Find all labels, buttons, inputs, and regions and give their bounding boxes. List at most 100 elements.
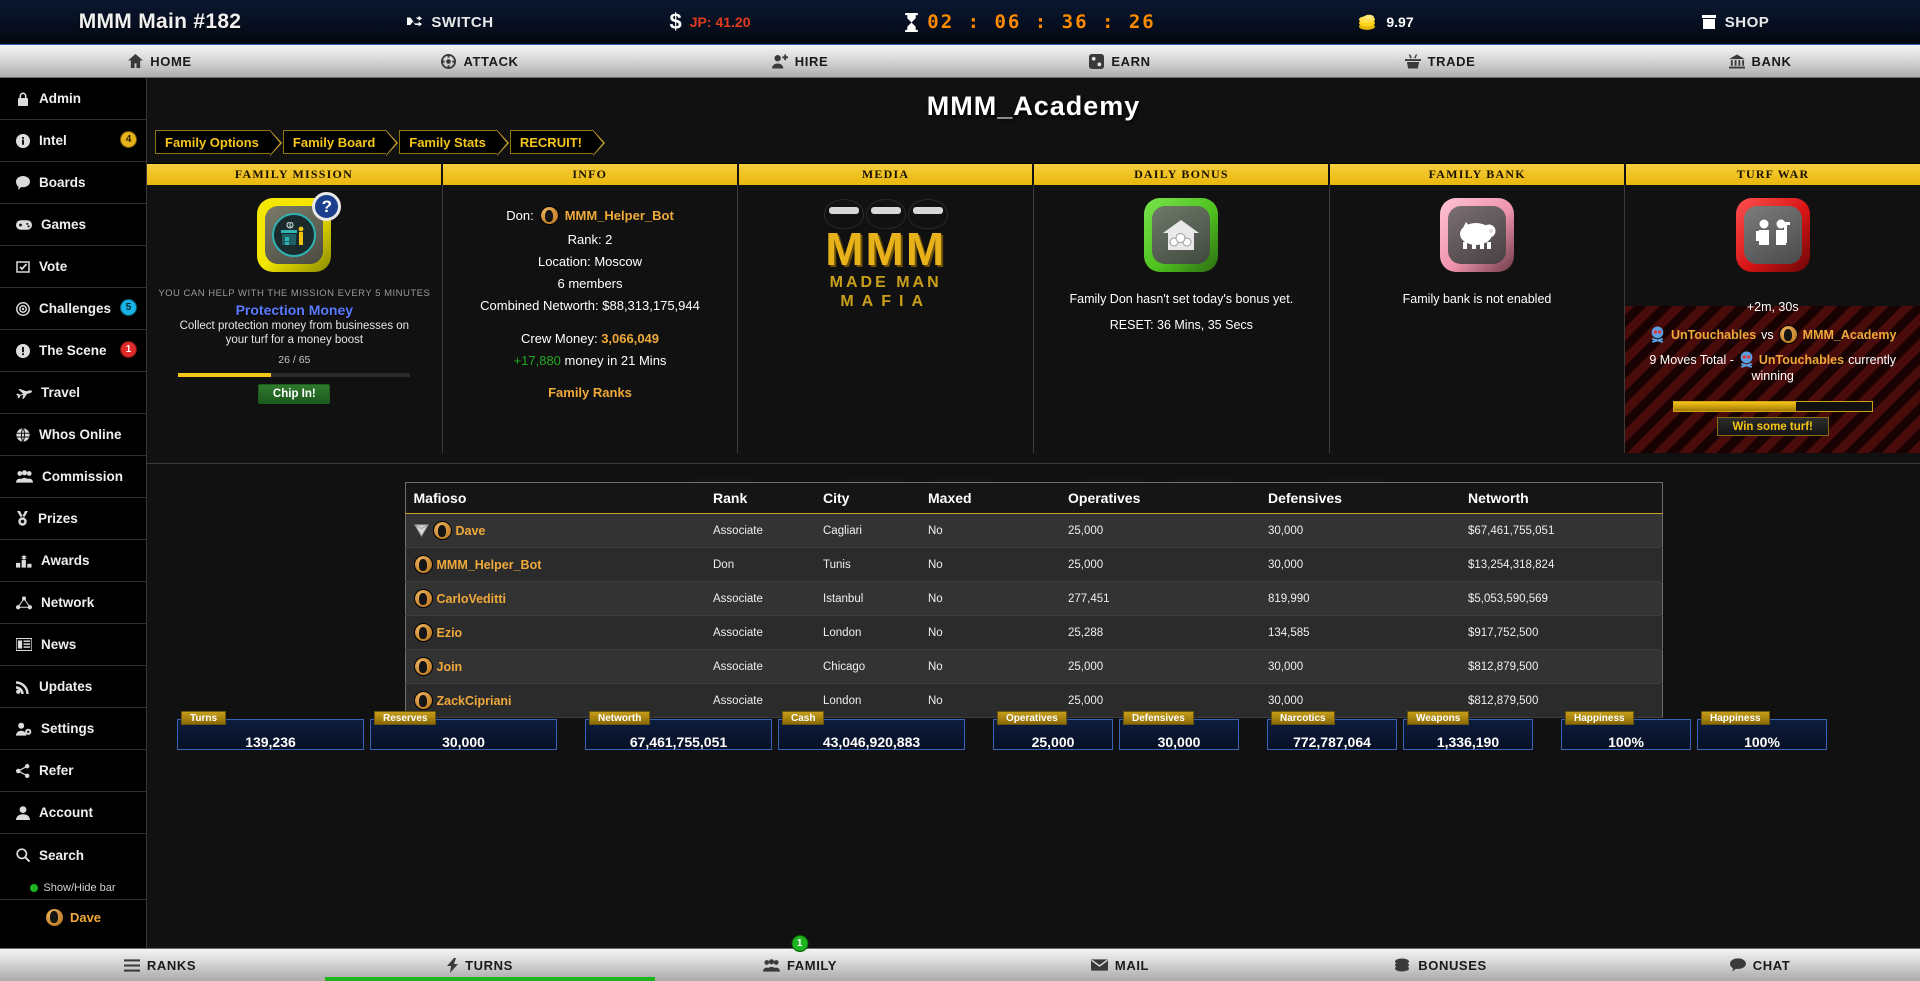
stat-cash[interactable]: Cash 43,046,920,883 bbox=[778, 711, 965, 750]
turf-team-b[interactable]: MMM_Academy bbox=[1803, 328, 1897, 342]
cell-defensives: 30,000 bbox=[1260, 649, 1460, 684]
sidebar-item-admin[interactable]: Admin bbox=[0, 78, 146, 120]
sidebar-item-travel[interactable]: Travel bbox=[0, 372, 146, 414]
mission-help-icon[interactable]: ? bbox=[312, 192, 342, 221]
sidebar-item-whos-online[interactable]: Whos Online bbox=[0, 414, 146, 456]
alert-icon bbox=[16, 343, 30, 358]
sidebar-item-search[interactable]: Search bbox=[0, 834, 146, 876]
footer-label: RANKS bbox=[146, 957, 197, 973]
turf-team-a[interactable]: UnTouchables bbox=[1671, 328, 1756, 342]
col-rank[interactable]: Rank bbox=[705, 482, 815, 514]
sidebar-item-intel[interactable]: Intel 4 bbox=[0, 120, 146, 162]
col-maxed[interactable]: Maxed bbox=[920, 482, 1060, 514]
win-some-turf-button[interactable]: Win some turf! bbox=[1716, 417, 1829, 436]
crumb-family-stats[interactable]: Family Stats bbox=[399, 130, 509, 156]
nav-item-earn[interactable]: EARN bbox=[960, 45, 1280, 77]
col-networth[interactable]: Networth bbox=[1460, 482, 1662, 514]
sidebar-item-the-scene[interactable]: The Scene 1 bbox=[0, 330, 146, 372]
stat-turns[interactable]: Turns 139,236 bbox=[177, 711, 364, 750]
stat-happiness-1[interactable]: Happiness 100% bbox=[1561, 711, 1691, 750]
footer-item-bonuses[interactable]: BONUSES bbox=[1280, 949, 1600, 981]
don-name[interactable]: MMM_Helper_Bot bbox=[565, 208, 674, 223]
search-icon bbox=[16, 848, 30, 862]
sidebar-item-updates[interactable]: Updates bbox=[0, 666, 146, 708]
stat-defensives[interactable]: Defensives 30,000 bbox=[1119, 711, 1239, 750]
table-row[interactable]: Join Associate Chicago No 25,000 30,000 … bbox=[405, 649, 1662, 684]
crumb-recruit[interactable]: RECRUIT! bbox=[509, 130, 606, 156]
col-city[interactable]: City bbox=[815, 482, 920, 514]
sidebar-item-refer[interactable]: Refer bbox=[0, 750, 146, 792]
sidebar-item-account[interactable]: Account bbox=[0, 792, 146, 834]
panel-family-mission: $ ? YOU CAN HELP WITH THE MISSION EVERY … bbox=[147, 185, 443, 453]
chat-icon bbox=[16, 175, 30, 190]
nav-item-trade[interactable]: TRADE bbox=[1280, 45, 1600, 77]
show-hide-bar-toggle[interactable]: Show/Hide bar bbox=[0, 876, 146, 900]
member-name[interactable]: Join bbox=[437, 660, 463, 674]
table-row[interactable]: MMM_Helper_Bot Don Tunis No 25,000 30,00… bbox=[405, 547, 1662, 582]
cell-defensives: 30,000 bbox=[1260, 513, 1460, 548]
coins-indicator[interactable]: 9.97 bbox=[1220, 0, 1550, 44]
stat-narcotics[interactable]: Narcotics 772,787,064 bbox=[1267, 711, 1397, 750]
turf-war-progress-bar bbox=[1672, 401, 1873, 412]
sidebar-current-user[interactable]: Dave bbox=[0, 900, 146, 934]
footer-item-family[interactable]: 1 FAMILY bbox=[640, 935, 960, 981]
col-mafioso[interactable]: Mafioso bbox=[405, 482, 705, 514]
sidebar-item-challenges[interactable]: Challenges 5 bbox=[0, 288, 146, 330]
sidebar-item-network[interactable]: Network bbox=[0, 582, 146, 624]
switch-button[interactable]: SWITCH bbox=[320, 0, 580, 44]
footer-item-ranks[interactable]: RANKS bbox=[0, 949, 320, 981]
sidebar-item-vote[interactable]: Vote bbox=[0, 246, 146, 288]
member-name[interactable]: Ezio bbox=[437, 626, 463, 640]
crew-money-value: 3,066,049 bbox=[601, 331, 660, 346]
stat-happiness-2[interactable]: Happiness 100% bbox=[1697, 711, 1827, 750]
member-name[interactable]: ZackCipriani bbox=[437, 694, 512, 708]
nav-item-bank[interactable]: BANK bbox=[1600, 45, 1920, 77]
jackpot-indicator[interactable]: $ JP: 41.20 bbox=[580, 0, 840, 44]
stat-weapons[interactable]: Weapons 1,336,190 bbox=[1403, 711, 1533, 750]
shop-button[interactable]: SHOP bbox=[1550, 0, 1920, 44]
sidebar-item-commission[interactable]: Commission bbox=[0, 456, 146, 498]
turf-war-icon[interactable] bbox=[1735, 198, 1810, 272]
col-defensives[interactable]: Defensives bbox=[1260, 482, 1460, 514]
mission-title[interactable]: Protection Money bbox=[147, 302, 442, 318]
account-title[interactable]: MMM Main #182 bbox=[0, 0, 320, 44]
nav-item-attack[interactable]: ATTACK bbox=[320, 45, 640, 77]
sidebar-item-games[interactable]: Games bbox=[0, 204, 146, 246]
cell-rank: Associate bbox=[705, 615, 815, 650]
nav-item-hire[interactable]: HIRE bbox=[640, 45, 960, 77]
crumb-family-options[interactable]: Family Options bbox=[155, 130, 282, 156]
nav-item-home[interactable]: HOME bbox=[0, 45, 320, 77]
family-bank-icon[interactable] bbox=[1440, 198, 1515, 272]
panel-header-daily-bonus: DAILY BONUS bbox=[1034, 164, 1331, 185]
col-operatives[interactable]: Operatives bbox=[1060, 482, 1260, 514]
turf-war-matchup: UnTouchables vs MMM_Academy bbox=[1625, 325, 1920, 344]
panel-header-turf-war: TURF WAR bbox=[1626, 164, 1920, 185]
stat-operatives[interactable]: Operatives 25,000 bbox=[993, 711, 1113, 750]
member-name[interactable]: Dave bbox=[456, 524, 486, 538]
table-row[interactable]: Ezio Associate London No 25,288 134,585 … bbox=[405, 615, 1662, 650]
table-row[interactable]: Dave Associate Cagliari No 25,000 30,000… bbox=[405, 513, 1662, 548]
family-ranks-link[interactable]: Family Ranks bbox=[443, 385, 738, 400]
member-name[interactable]: MMM_Helper_Bot bbox=[437, 558, 542, 572]
mission-icon[interactable]: $ ? bbox=[257, 192, 342, 272]
sidebar-item-boards[interactable]: Boards bbox=[0, 162, 146, 204]
crumb-family-board[interactable]: Family Board bbox=[282, 130, 399, 156]
sidebar-item-news[interactable]: News bbox=[0, 624, 146, 666]
sidebar-item-label: Vote bbox=[39, 259, 68, 274]
stat-reserves[interactable]: Reserves 30,000 bbox=[370, 711, 557, 750]
turf-moves-team[interactable]: UnTouchables bbox=[1759, 353, 1844, 367]
footer-item-mail[interactable]: MAIL bbox=[960, 949, 1280, 981]
stat-label: Narcotics bbox=[1271, 711, 1335, 725]
mission-description: Collect protection money from businesses… bbox=[179, 320, 410, 347]
daily-bonus-icon[interactable] bbox=[1144, 198, 1219, 272]
table-row[interactable]: CarloVeditti Associate Istanbul No 277,4… bbox=[405, 581, 1662, 616]
chip-in-button[interactable]: Chip In! bbox=[258, 383, 331, 404]
footer-item-chat[interactable]: CHAT bbox=[1600, 949, 1920, 981]
member-name[interactable]: CarloVeditti bbox=[437, 592, 506, 606]
info-money-gain-row: +17,880 money in 21 Mins bbox=[443, 353, 738, 368]
sidebar-item-prizes[interactable]: Prizes bbox=[0, 498, 146, 540]
ballot-icon bbox=[16, 260, 30, 273]
sidebar-item-awards[interactable]: Awards bbox=[0, 540, 146, 582]
stat-networth[interactable]: Networth 67,461,755,051 bbox=[585, 711, 772, 750]
sidebar-item-settings[interactable]: Settings bbox=[0, 708, 146, 750]
